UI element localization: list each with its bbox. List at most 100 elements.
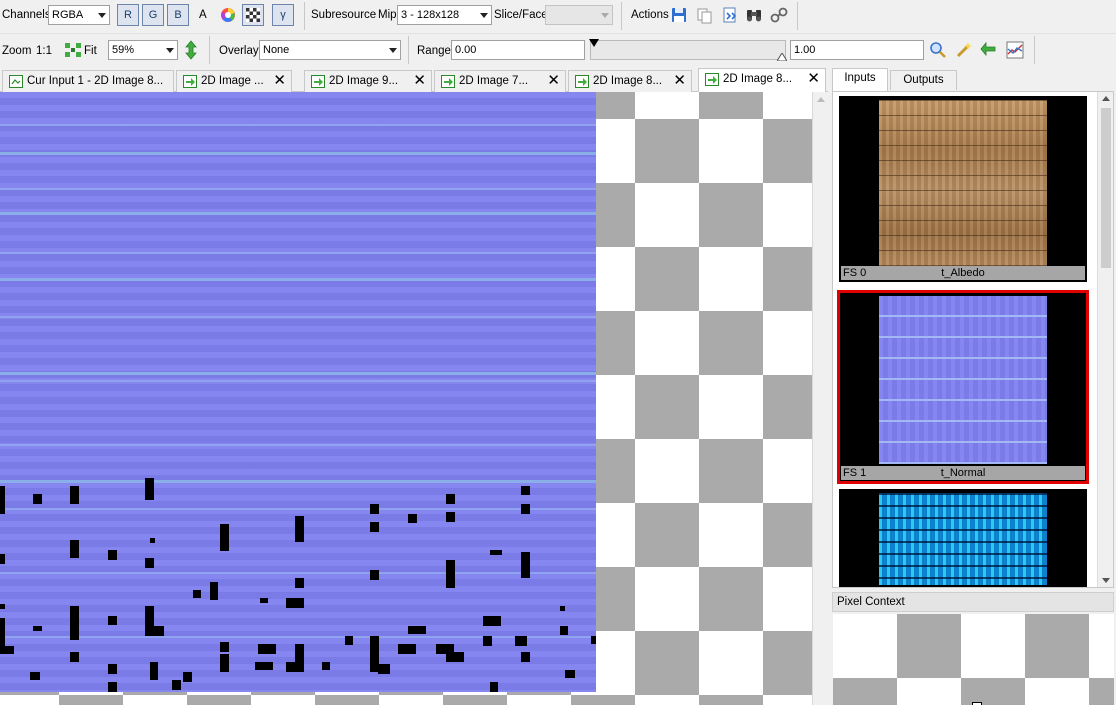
texture-block [286, 662, 304, 672]
range-max-input[interactable]: 1.00 [790, 40, 924, 60]
tab-2d-image-5-active[interactable]: 2D Image 8... ✕ [698, 68, 826, 93]
slice-face-dropdown[interactable] [545, 5, 613, 25]
albedo-preview-image [879, 100, 1047, 266]
pixel-context-view[interactable] [833, 614, 1114, 705]
chevron-down-icon [389, 48, 397, 53]
channel-b-toggle[interactable]: B [167, 4, 189, 26]
close-icon[interactable]: ✕ [547, 71, 560, 91]
texture-block [295, 516, 304, 542]
gamma-toggle[interactable]: γ [272, 4, 294, 26]
scroll-up-icon[interactable] [817, 97, 825, 102]
texture-block [220, 654, 229, 672]
separator [797, 2, 798, 30]
texture-block [70, 652, 79, 662]
tab-2d-image-3[interactable]: 2D Image 7... ✕ [434, 70, 566, 92]
wand-icon[interactable] [955, 41, 973, 59]
tab-2d-image-4[interactable]: 2D Image 8... ✕ [568, 70, 692, 92]
scrollbar-thumb[interactable] [1101, 108, 1111, 268]
tab-label: 2D Image 9... [329, 75, 399, 87]
texture-block [33, 494, 42, 504]
flip-vertical-icon[interactable] [184, 40, 198, 60]
copy-icon[interactable] [696, 6, 714, 24]
texture-block [0, 604, 5, 609]
range-slider[interactable] [589, 39, 787, 61]
binoculars-icon[interactable] [745, 6, 763, 24]
fit-button[interactable]: Fit [84, 44, 97, 58]
texture-block [408, 626, 426, 634]
thumbnail-third[interactable] [839, 489, 1087, 587]
thumbnail-normal-selected[interactable]: FS 1 t_Normal [837, 290, 1089, 484]
texture-block [0, 618, 5, 646]
zoom-1to1-button[interactable]: 1:1 [36, 44, 52, 58]
texture-icon [311, 75, 325, 88]
texture-block [108, 664, 117, 674]
texture-block [560, 606, 565, 611]
tab-inputs[interactable]: Inputs [832, 68, 888, 91]
viewport-vertical-scrollbar[interactable] [812, 92, 828, 705]
texture-block [446, 512, 455, 522]
tab-2d-image-2[interactable]: 2D Image 9... ✕ [304, 70, 432, 92]
tab-outputs[interactable]: Outputs [890, 70, 957, 90]
thumbnail-list[interactable]: FS 0 t_Albedo FS 1 t_Normal [832, 91, 1114, 588]
channel-r-toggle[interactable]: R [117, 4, 139, 26]
texture-block [521, 652, 530, 662]
channel-g-toggle[interactable]: G [142, 4, 164, 26]
color-wheel-icon[interactable] [219, 6, 237, 24]
separator [621, 2, 622, 30]
texture-icon [9, 75, 23, 88]
texture-block [70, 606, 79, 640]
texture-icon [575, 75, 589, 88]
checkerboard-toggle[interactable] [242, 4, 264, 26]
mip-dropdown[interactable]: 3 - 128x128 [397, 5, 492, 25]
thumbnail-albedo[interactable]: FS 0 t_Albedo [839, 96, 1087, 282]
overlay-label: Overlay [219, 45, 259, 57]
texture-block [0, 554, 5, 564]
zoom-label: Zoom [2, 45, 32, 57]
mip-label: Mip [378, 9, 397, 21]
tab-2d-image-1[interactable]: 2D Image ... ✕ [176, 70, 292, 92]
subresource-label: Subresource [311, 9, 377, 21]
range-min-input[interactable]: 0.00 [451, 40, 585, 60]
range-min-handle[interactable] [589, 39, 599, 47]
texture-block [70, 486, 79, 504]
texture-viewport[interactable] [0, 92, 812, 705]
texture-image [0, 92, 596, 692]
texture-block [33, 626, 42, 631]
range-max-handle[interactable] [777, 53, 787, 61]
range-label: Range [417, 45, 451, 57]
tab-cur-input[interactable]: Cur Input 1 - 2D Image 8... [2, 70, 174, 92]
close-icon[interactable]: ✕ [413, 71, 426, 91]
overlay-dropdown[interactable]: None [259, 40, 401, 60]
histogram-icon[interactable] [1006, 41, 1024, 59]
scroll-up-icon[interactable] [1102, 96, 1110, 101]
scroll-down-icon[interactable] [1102, 578, 1110, 583]
actions-label: Actions [631, 9, 669, 21]
texture-block [446, 560, 455, 588]
close-icon[interactable]: ✕ [673, 71, 686, 91]
chevron-down-icon [98, 13, 106, 18]
channel-a-toggle[interactable]: A [199, 8, 207, 22]
texture-block [255, 662, 273, 670]
texture-block [446, 652, 464, 662]
chevron-down-icon [166, 48, 174, 53]
zoom-dropdown[interactable]: 59% [108, 40, 178, 60]
texture-stripe [0, 212, 596, 215]
texture-block [446, 494, 455, 504]
link-icon[interactable] [770, 6, 788, 24]
close-icon[interactable]: ✕ [273, 71, 286, 91]
close-icon[interactable]: ✕ [807, 69, 820, 89]
zoom-range-icon[interactable] [929, 41, 947, 59]
texture-block [145, 558, 154, 568]
texture-block [150, 626, 164, 636]
channels-dropdown[interactable]: RGBA [48, 5, 110, 25]
texture-block [108, 682, 117, 692]
open-external-icon[interactable] [721, 6, 739, 24]
texture-block [565, 670, 575, 678]
fit-icon[interactable] [64, 42, 82, 58]
texture-block [560, 626, 568, 635]
thumbnail-scrollbar[interactable] [1097, 92, 1113, 587]
texture-block [345, 636, 353, 645]
checkerboard-icon [246, 8, 260, 22]
save-icon[interactable] [670, 6, 688, 24]
reset-range-icon[interactable] [980, 41, 998, 59]
